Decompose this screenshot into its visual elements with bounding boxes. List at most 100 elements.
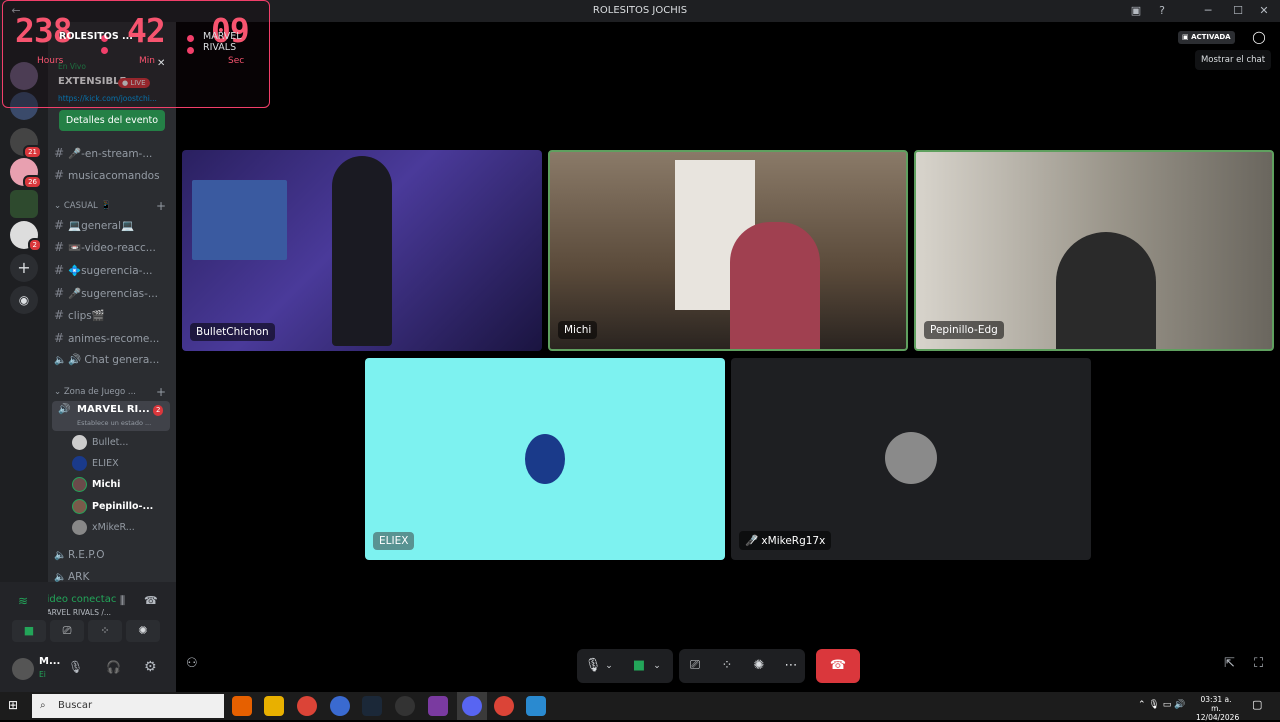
voice-user[interactable]: xMikeR... bbox=[72, 518, 172, 538]
app-icon[interactable] bbox=[526, 696, 546, 716]
maximize-button[interactable]: ☐ bbox=[1226, 0, 1250, 22]
voice-user[interactable]: Pepinillo-... bbox=[72, 497, 172, 517]
channel-item[interactable]: # 🎤sugerencias-... bbox=[54, 283, 172, 303]
event-details-button[interactable]: Detalles del evento bbox=[59, 110, 165, 131]
voice-user[interactable]: Michi bbox=[72, 475, 172, 495]
user-panel: M... Ei 🎙 🎧 ⚙ bbox=[39, 656, 176, 692]
disconnect-icon[interactable]: ☎ bbox=[144, 594, 158, 607]
timer-separator bbox=[101, 47, 108, 54]
help-icon[interactable]: ? bbox=[1150, 0, 1174, 22]
server-icon[interactable]: 2 bbox=[10, 221, 42, 252]
close-button[interactable]: ✕ bbox=[1252, 0, 1276, 22]
folder-icon[interactable] bbox=[264, 696, 284, 716]
tooltip: Mostrar el chat bbox=[1195, 50, 1271, 70]
voice-channel-status[interactable]: Establece un estado ... bbox=[77, 419, 151, 427]
invite-icon[interactable]: ⚇ bbox=[186, 656, 198, 671]
discord-icon[interactable] bbox=[462, 696, 482, 716]
tray-icons[interactable]: ⌃ 🎙 ▭ 🔊 bbox=[1138, 700, 1185, 710]
firefox-icon[interactable] bbox=[232, 696, 252, 716]
voice-user[interactable]: Bullet... bbox=[72, 433, 172, 453]
channel-item[interactable]: # 💻general💻 bbox=[54, 215, 172, 235]
search-icon: ⌕ bbox=[40, 700, 46, 711]
channel-item[interactable]: # musicacomandos bbox=[54, 165, 172, 185]
avatar bbox=[525, 434, 565, 484]
category-game-zone[interactable]: ⌄ Zona de Juego ... + bbox=[54, 382, 172, 402]
avatar[interactable] bbox=[12, 658, 34, 680]
server-icon[interactable]: 21 bbox=[10, 128, 42, 159]
participant-tile[interactable]: Michi bbox=[548, 150, 908, 351]
steam-icon[interactable] bbox=[362, 696, 382, 716]
participant-tile[interactable]: 🎤̸ xMikeRg17x bbox=[731, 358, 1091, 560]
hangup-icon[interactable]: ☎ bbox=[824, 649, 852, 683]
screen-share-button[interactable]: ⎚ bbox=[50, 620, 84, 642]
participant-tile[interactable]: BulletChichon bbox=[182, 150, 542, 351]
chrome-icon[interactable] bbox=[297, 696, 317, 716]
obs-icon[interactable] bbox=[395, 696, 415, 716]
soundboard-button[interactable]: ✺ bbox=[126, 620, 160, 642]
server-icon[interactable] bbox=[10, 190, 38, 218]
hours-label: Hours bbox=[37, 56, 64, 66]
voice-channel-active[interactable]: 🔊 MARVEL RI... 2 Establece un estado ... bbox=[52, 401, 170, 431]
server-icon[interactable]: 26 bbox=[10, 158, 42, 189]
chrome-icon[interactable] bbox=[494, 696, 514, 716]
timer-overlay: 238 42 09 Hours Min Sec ROLESITOS ... MA… bbox=[2, 0, 270, 108]
voice-channel-item[interactable]: 🔈 🔊 Chat genera... bbox=[54, 350, 172, 370]
participant-name: Michi bbox=[558, 321, 598, 339]
channel-name: MARVEL RIVALS bbox=[203, 31, 242, 53]
category-casual[interactable]: ⌄ CASUAL 📱 + bbox=[54, 196, 172, 216]
channel-item[interactable]: # 📼-video-reacc... bbox=[54, 237, 172, 257]
voice-channel-path[interactable]: MARVEL RIVALS /... bbox=[40, 608, 111, 617]
channel-item[interactable]: # 💠sugerencia-... bbox=[54, 260, 172, 280]
speaker-icon: 🔊 bbox=[58, 404, 71, 415]
headphones-icon[interactable]: 🎧 bbox=[106, 660, 121, 674]
avatar bbox=[885, 432, 937, 484]
activities-button[interactable]: ⁘ bbox=[88, 620, 122, 642]
chat-icon[interactable]: ◯ bbox=[1251, 29, 1267, 45]
soundboard-icon[interactable]: ⫼ bbox=[120, 594, 125, 608]
person-figure bbox=[1056, 232, 1156, 349]
popout-icon[interactable]: ⇱ bbox=[1224, 656, 1235, 671]
participant-tile[interactable]: Pepinillo-Edg bbox=[914, 150, 1274, 351]
screen-share-icon[interactable]: ⎚ bbox=[681, 649, 709, 683]
channel-item[interactable]: # animes-recome... bbox=[54, 328, 172, 348]
participant-tile[interactable]: ELIEX bbox=[365, 358, 725, 560]
app-icon[interactable] bbox=[330, 696, 350, 716]
voice-channel-item[interactable]: 🔈 R.E.P.O bbox=[54, 545, 172, 565]
discover-icon[interactable]: ◉ bbox=[10, 286, 38, 314]
user-name[interactable]: M... bbox=[39, 656, 60, 667]
soundboard-icon[interactable]: ✺ bbox=[745, 649, 773, 683]
channel-item[interactable]: # clips🎬 bbox=[54, 305, 172, 325]
add-server-icon[interactable]: + bbox=[10, 254, 38, 282]
call-controls: 🎙 ⌄ ■ ⌄ ⎚ ⁘ ✺ ⋯ ☎ bbox=[577, 649, 861, 683]
chevron-down-icon[interactable]: ⌄ bbox=[649, 649, 665, 683]
server-name[interactable]: ROLESITOS ... bbox=[59, 31, 133, 42]
start-icon[interactable]: ⊞ bbox=[8, 698, 18, 712]
voice-count-badge: 2 bbox=[153, 405, 164, 416]
channel-item[interactable]: # 🎤-en-stream-... bbox=[54, 143, 172, 163]
chevron-down-icon[interactable]: ⌄ bbox=[601, 649, 617, 683]
notifications-icon[interactable]: ▢ bbox=[1252, 698, 1262, 711]
taskbar: ⊞ Buscar ⌕ ⌃ 🎙 ▭ 🔊 03:31 a. m. 12/04/202… bbox=[0, 692, 1280, 722]
voice-channel-label: MARVEL RI... bbox=[77, 404, 150, 415]
camera-button[interactable]: ■ bbox=[12, 620, 46, 642]
avatar-figure bbox=[332, 156, 392, 346]
taskbar-search[interactable]: Buscar bbox=[32, 694, 224, 718]
close-icon[interactable]: ✕ bbox=[157, 58, 165, 69]
clock[interactable]: 03:31 a. m. 12/04/2026 bbox=[1196, 695, 1239, 722]
participant-name: Pepinillo-Edg bbox=[924, 321, 1004, 339]
activated-badge[interactable]: ▣ ACTIVADA bbox=[1178, 31, 1235, 44]
server-badge: 21 bbox=[23, 145, 42, 159]
timer-separator bbox=[187, 47, 194, 54]
app-icon[interactable] bbox=[428, 696, 448, 716]
gear-icon[interactable]: ⚙ bbox=[144, 659, 157, 675]
voice-user[interactable]: ELIEX bbox=[72, 454, 172, 474]
microphone-icon[interactable]: 🎙 bbox=[68, 660, 83, 674]
minimize-button[interactable]: ─ bbox=[1196, 0, 1220, 22]
activities-icon[interactable]: ⁘ bbox=[713, 649, 741, 683]
fullscreen-icon[interactable]: ⛶ bbox=[1254, 656, 1263, 671]
participant-name: BulletChichon bbox=[190, 323, 275, 341]
inbox-icon[interactable]: ▣ bbox=[1124, 0, 1148, 22]
participant-name: 🎤̸ xMikeRg17x bbox=[739, 531, 832, 550]
server-badge: 26 bbox=[23, 175, 42, 189]
more-options-icon[interactable]: ⋯ bbox=[777, 649, 805, 683]
